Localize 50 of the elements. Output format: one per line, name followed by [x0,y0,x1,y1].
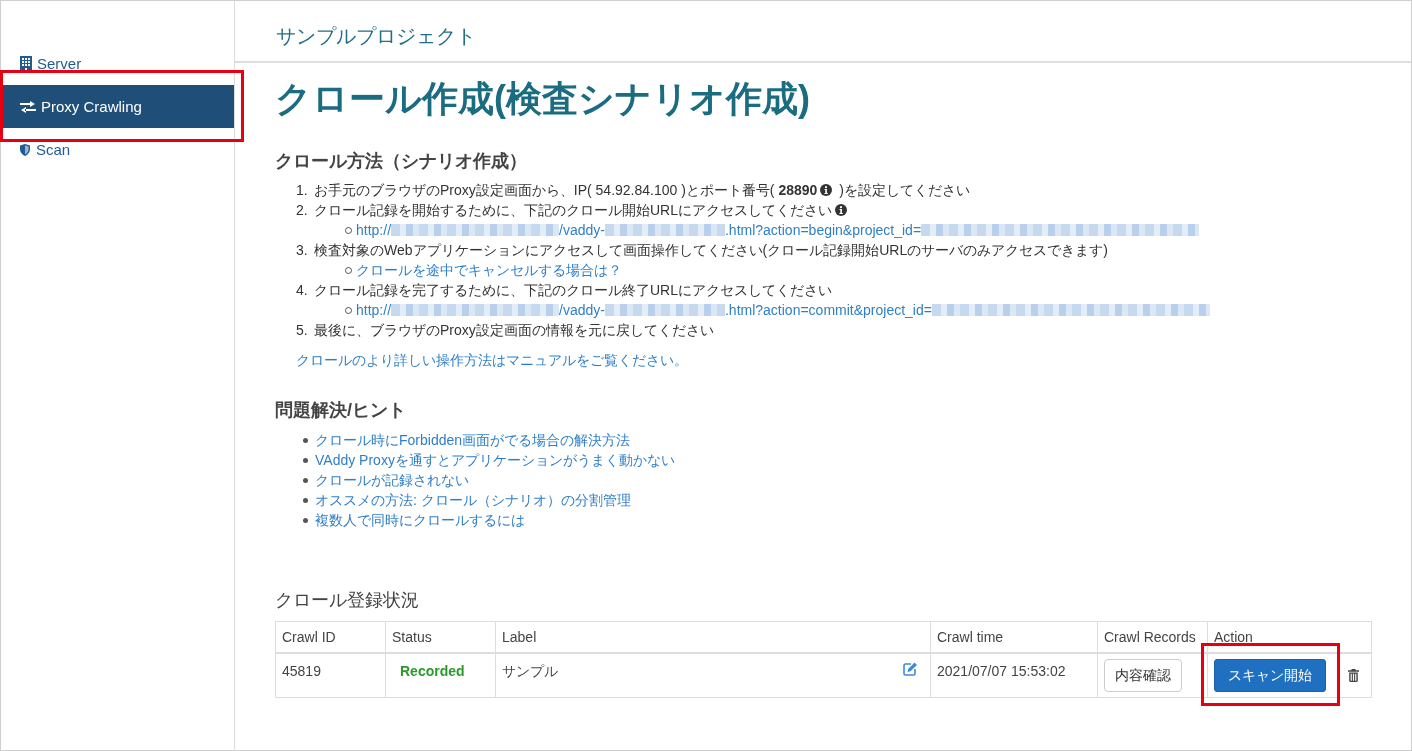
section-heading: クロール登録状況 [275,589,419,612]
hint-link[interactable]: VAddy Proxyを通すとアプリケーションがうまく動かない [315,450,675,470]
hint-link[interactable]: クロール時にForbidden画面がでる場合の解決方法 [315,430,631,450]
bullet-icon [303,437,308,443]
swap-arrows-icon [20,100,36,113]
step-number: 5. [296,321,309,340]
step-number: 3. [296,241,309,260]
start-scan-button[interactable]: スキャン開始 [1214,659,1326,692]
bullet-icon [303,477,308,483]
hint-link[interactable]: クロールが記録されない [315,470,469,490]
column-header: Crawl time [930,621,1098,653]
trash-icon[interactable] [1348,669,1359,682]
link[interactable]: http:// /vaddy- .html?action=commit&project_id= [356,300,1210,320]
step-number: 2. [296,201,309,220]
shield-icon [20,143,30,156]
sidebar-item[interactable]: Server [3,42,234,85]
building-icon [20,55,32,72]
bullet-icon [303,457,308,463]
step-text: クロール記録を完了するために、下記のクロール終了URLにアクセスしてください [314,282,832,298]
manual-link[interactable]: クロールのより詳しい操作方法はマニュアルをご覧ください。 [296,352,688,368]
link[interactable]: クロールを途中でキャンセルする場合は？ [356,260,622,280]
column-header: Label [495,621,931,653]
step-text: )を設定してください [838,182,970,198]
label-text: サンプル [502,662,558,680]
step-number: 1. [296,181,309,200]
table-cell: 45819 [275,653,386,698]
bullet-icon [303,497,308,503]
section-heading: クロール方法（シナリオ作成） [275,150,527,173]
table-cell: 2021/07/07 15:53:02 [930,653,1098,698]
page-title: クロール作成(検査シナリオ作成) [275,77,810,121]
edit-icon[interactable] [903,662,918,676]
step-text: クロール記録を開始するために、下記のクロール開始URLにアクセスしてください [314,202,832,218]
hint-link[interactable]: 複数人で同時にクロールするには [315,510,525,530]
hint-link[interactable]: オススメの方法: クロール（シナリオ）の分割管理 [315,490,631,510]
step-text: 最後に、ブラウザのProxy設定画面の情報を元に戻してください [314,322,714,338]
step-text: お手元のブラウザのProxy設定画面から、IP( 54.92.84.100 )とポート番号( 28890 [314,182,818,198]
view-details-button[interactable]: 内容確認 [1104,659,1182,692]
table-cell: Recorded [385,653,496,698]
section-heading: 問題解決/ヒント [275,399,406,422]
sidebar-item[interactable]: Proxy Crawling [3,85,234,128]
column-header: Status [385,621,496,653]
column-header: Crawl ID [275,621,386,653]
project-title: サンプルプロジェクト [276,24,476,49]
step-text: 検査対象のWebアプリケーションにアクセスして画面操作してください(クロール記録開始URLのサーバのみアクセスできます) [314,242,1108,258]
column-header: Crawl Records [1097,621,1208,653]
step-number: 4. [296,281,309,300]
sidebar-item[interactable]: Scan [3,128,234,171]
column-header: Action [1207,621,1372,653]
link[interactable]: http:// /vaddy- .html?action=begin&project_id= [356,220,1200,240]
bullet-icon [303,517,308,523]
